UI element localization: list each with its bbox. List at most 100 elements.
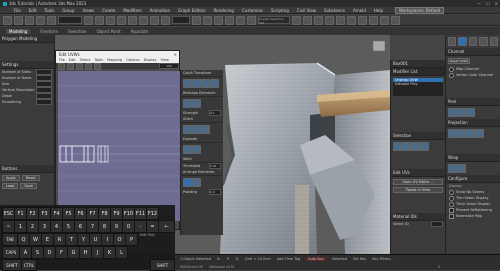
key-shift[interactable]: SHIFT: [2, 259, 22, 271]
tab-populate[interactable]: Populate: [131, 29, 148, 34]
stitch-average-icon[interactable]: [201, 125, 210, 134]
key-l[interactable]: L: [115, 246, 128, 259]
uv-menu-view[interactable]: View: [161, 58, 169, 62]
checkbox-icon[interactable]: [449, 213, 454, 219]
reshape-header[interactable]: Reshape Elements: [181, 90, 223, 97]
material-editor-icon[interactable]: [358, 15, 367, 25]
face-select-icon[interactable]: [411, 142, 420, 151]
peel-mode-icon[interactable]: [457, 108, 466, 117]
hierarchy-tab-icon[interactable]: [468, 37, 478, 46]
align-left-icon[interactable]: [183, 79, 192, 88]
peel-header[interactable]: Peel: [446, 98, 500, 106]
selection-filter-dropdown[interactable]: [58, 16, 82, 24]
break-icon[interactable]: [183, 145, 192, 154]
uv-move-icon[interactable]: [58, 62, 65, 70]
uv-freeform-icon[interactable]: [85, 62, 92, 70]
planar-map-icon[interactable]: [448, 129, 457, 138]
selected-dropdown[interactable]: Selected: [332, 257, 347, 261]
quick-peel-icon[interactable]: [448, 108, 457, 117]
radio-icon[interactable]: [449, 72, 454, 78]
motion-tab-icon[interactable]: [479, 37, 488, 46]
uv-menu-tools[interactable]: Tools: [94, 58, 103, 62]
select-by-name-icon[interactable]: [95, 15, 104, 25]
key-caps[interactable]: CAPS: [2, 246, 20, 259]
uv-menu-options[interactable]: Options: [126, 58, 140, 62]
projection-header[interactable]: Projection: [446, 119, 500, 127]
wrap-header[interactable]: Wrap: [446, 154, 500, 162]
menu-item-customize[interactable]: Customize: [242, 8, 263, 13]
select-object-icon[interactable]: [84, 15, 93, 25]
polygon-modeling-header[interactable]: Polygon Modeling: [0, 35, 54, 43]
straighten-icon[interactable]: [210, 79, 219, 88]
menu-item-modifiers[interactable]: Modifiers: [123, 8, 141, 13]
stack-item-editable-poly[interactable]: Editable Poly: [393, 82, 443, 86]
uv-menu-display[interactable]: Display: [144, 58, 157, 62]
render-setup-icon[interactable]: [369, 15, 378, 25]
reset-uvws-button[interactable]: Reset UVWs: [448, 58, 471, 64]
tab-object-paint[interactable]: Object Paint: [96, 29, 120, 34]
selection-set-input[interactable]: Create Selection Set: [258, 16, 290, 25]
arrange-header[interactable]: Arrange Elements: [181, 169, 223, 176]
menu-item-civil-view[interactable]: Civil View: [297, 8, 316, 13]
placement-icon[interactable]: [161, 15, 170, 25]
pelt-icon[interactable]: [466, 108, 475, 117]
tab-freeform[interactable]: Freeform: [40, 29, 58, 34]
rectangular-selection-icon[interactable]: [106, 15, 115, 25]
object-name-field[interactable]: Box001: [391, 60, 445, 68]
quick-transform-header[interactable]: Quick Transform: [181, 70, 223, 77]
settings-header[interactable]: Settings: [0, 61, 54, 69]
curve-editor-icon[interactable]: [336, 15, 345, 25]
strength-spinner[interactable]: 0.1: [209, 110, 221, 116]
menu-item-graph-editors[interactable]: Graph Editors: [178, 8, 205, 13]
key-f12[interactable]: F12: [146, 207, 159, 220]
undo-icon[interactable]: [3, 15, 12, 25]
uv-canvas[interactable]: [58, 71, 180, 221]
threshold-spinner[interactable]: 0.01: [209, 163, 221, 169]
uv-menu-mapping[interactable]: Mapping: [107, 58, 122, 62]
edit-uvs-header[interactable]: Edit UVs: [391, 169, 445, 177]
close-button[interactable]: ✕: [495, 1, 498, 6]
maxscript-listener[interactable]: MAXScript Mi: [180, 265, 203, 269]
buttons-header[interactable]: Buttons: [0, 165, 54, 173]
straighten-selection-icon[interactable]: [192, 99, 201, 108]
radio-icon[interactable]: [449, 189, 454, 195]
detach-icon[interactable]: [192, 145, 201, 154]
cylindrical-map-icon[interactable]: [457, 129, 466, 138]
menu-item-edit[interactable]: Edit: [29, 8, 37, 13]
tweak-in-view-button[interactable]: Tweak in View: [393, 187, 443, 193]
key-backspace[interactable]: ←: [158, 220, 175, 233]
menu-item-substance[interactable]: Substance: [324, 8, 345, 13]
key-right-shift[interactable]: SHIFT: [150, 259, 175, 271]
scale-icon[interactable]: [150, 15, 159, 25]
rendered-frame-icon[interactable]: [380, 15, 389, 25]
menu-item-arnold[interactable]: Arnold: [353, 8, 366, 13]
schematic-view-icon[interactable]: [347, 15, 356, 25]
menu-item-views[interactable]: Views: [83, 8, 95, 13]
modify-tab-icon[interactable]: [458, 37, 467, 46]
align-center-icon[interactable]: [192, 79, 201, 88]
render-production-icon[interactable]: [391, 15, 400, 25]
modifier-list-dropdown[interactable]: Modifier List: [391, 68, 445, 76]
set-key-button[interactable]: Set Key: [353, 257, 366, 261]
uv-menu-edit[interactable]: Edit: [69, 58, 76, 62]
mirror-icon[interactable]: [292, 15, 301, 25]
uv-menu-file[interactable]: File: [59, 58, 65, 62]
link-icon[interactable]: [25, 15, 34, 25]
snaps-toggle-icon[interactable]: [214, 15, 223, 25]
explode-header[interactable]: Explode: [181, 136, 223, 143]
stitch-to-source-icon[interactable]: [192, 125, 201, 134]
stitch-to-target-icon[interactable]: [183, 125, 192, 134]
create-tab-icon[interactable]: [448, 37, 457, 46]
align-icon[interactable]: [303, 15, 312, 25]
menu-item-help[interactable]: Help: [374, 8, 383, 13]
open-uv-editor-button[interactable]: Open UV Editor ...: [393, 179, 443, 185]
pivot-point-icon[interactable]: [192, 15, 201, 25]
apply-button[interactable]: Apply: [2, 175, 20, 181]
menu-item-rendering[interactable]: Rendering: [214, 8, 234, 13]
load-button[interactable]: Load: [2, 183, 19, 189]
keyboard-shortcut-icon[interactable]: [203, 15, 212, 25]
radio-icon[interactable]: [449, 201, 454, 207]
reference-coordinate-dropdown[interactable]: [172, 16, 190, 24]
relax-icon[interactable]: [183, 99, 192, 108]
redo-icon[interactable]: [14, 15, 23, 25]
